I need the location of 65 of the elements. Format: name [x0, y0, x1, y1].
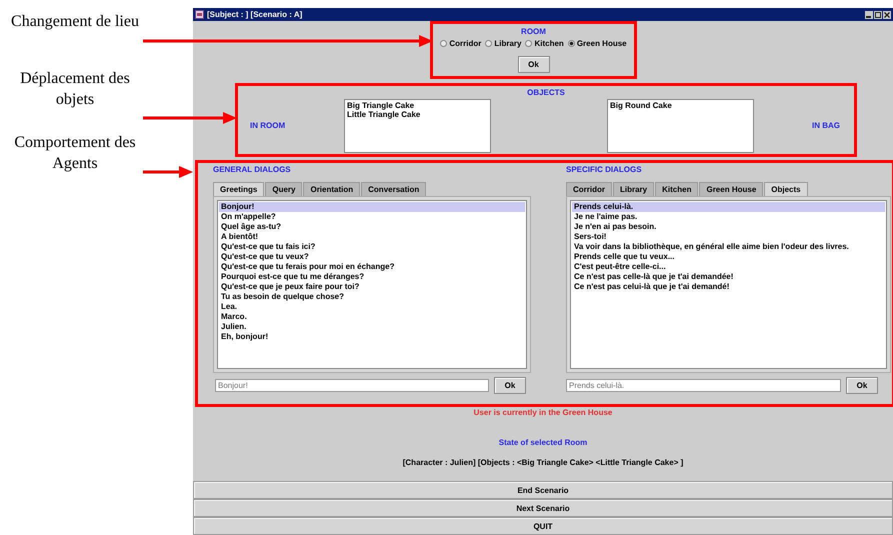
- ok-button[interactable]: Ok: [518, 56, 550, 73]
- dialog-line[interactable]: Qu'est-ce que je peux faire pour toi?: [219, 282, 525, 292]
- list-item[interactable]: Big Round Cake: [610, 101, 751, 110]
- dialog-line[interactable]: Sers-toi!: [572, 232, 885, 242]
- scenario-button[interactable]: Next Scenario: [193, 499, 893, 517]
- dialog-line[interactable]: Qu'est-ce que tu ferais pour moi en échange?: [219, 262, 525, 272]
- dialog-line[interactable]: A bientôt!: [219, 232, 525, 242]
- dialog-line[interactable]: Tu as besoin de quelque chose?: [219, 292, 525, 302]
- in-room-label: IN ROOM: [250, 121, 286, 130]
- app-icon: [195, 10, 204, 19]
- dialog-line[interactable]: Eh, bonjour!: [219, 332, 525, 342]
- scenario-button[interactable]: End Scenario: [193, 481, 893, 499]
- dialog-line[interactable]: Je ne l'aime pas.: [572, 212, 885, 222]
- annotation-label: Comportement des Agents: [13, 133, 137, 174]
- in-bag-list[interactable]: Big Round Cake: [607, 99, 754, 153]
- room-radio[interactable]: Library: [485, 39, 522, 48]
- room-heading: ROOM: [521, 27, 546, 36]
- objects-heading: OBJECTS: [527, 88, 565, 97]
- dialog-line[interactable]: Prends celle que tu veux...: [572, 252, 885, 262]
- room-radio[interactable]: Kitchen: [525, 39, 564, 48]
- close-icon[interactable]: [883, 10, 891, 18]
- dialog-line[interactable]: Va voir dans la bibliothèque, en général elle aime bien l'odeur des livres.: [572, 242, 885, 252]
- list-item[interactable]: Little Triangle Cake: [347, 110, 488, 119]
- scenario-button[interactable]: QUIT: [193, 517, 893, 535]
- dialog-input[interactable]: Prends celui-là.: [566, 379, 841, 392]
- dialog-line[interactable]: Qu'est-ce que tu fais ici?: [219, 242, 525, 252]
- dialog-input[interactable]: Bonjour!: [215, 379, 489, 392]
- tab[interactable]: Green House: [699, 182, 764, 196]
- annotation-label: Déplacement des objets: [19, 69, 131, 110]
- dialog-line[interactable]: Ce n'est pas celui-là que je t'ai demandé!: [572, 282, 885, 292]
- tab[interactable]: Conversation: [361, 182, 426, 196]
- dialog-line[interactable]: On m'appelle?: [219, 212, 525, 222]
- dialog-line[interactable]: Lea.: [219, 302, 525, 312]
- tab[interactable]: Query: [265, 182, 302, 196]
- status-message: User is currently in the Green House: [472, 408, 614, 417]
- tab[interactable]: Objects: [764, 182, 808, 196]
- list-item[interactable]: Big Triangle Cake: [347, 101, 488, 110]
- tab[interactable]: Greetings: [213, 182, 264, 196]
- dialog-line[interactable]: C'est peut-être celle-ci...: [572, 262, 885, 272]
- pointer-arrow: [143, 166, 193, 178]
- tab[interactable]: Corridor: [566, 182, 612, 196]
- minimize-icon[interactable]: [865, 10, 873, 18]
- annotation-label: Changement de lieu: [10, 12, 140, 32]
- dialogs-heading: SPECIFIC DIALOGS: [566, 165, 643, 174]
- in-bag-label: IN BAG: [812, 121, 840, 130]
- dialog-line[interactable]: Marco.: [219, 312, 525, 322]
- maximize-icon[interactable]: [874, 10, 882, 18]
- dialog-line[interactable]: Je n'en ai pas besoin.: [572, 222, 885, 232]
- tab[interactable]: Orientation: [303, 182, 360, 196]
- room-radio[interactable]: Green House: [568, 39, 627, 48]
- ok-button[interactable]: Ok: [846, 377, 878, 394]
- in-room-list[interactable]: Big Triangle Cake Little Triangle Cake: [344, 99, 491, 153]
- dialog-line[interactable]: Ce n'est pas celle-là que je t'ai demandée!: [572, 272, 885, 282]
- dialog-line[interactable]: Quel âge as-tu?: [219, 222, 525, 232]
- dialog-line[interactable]: Pourquoi est-ce que tu me déranges?: [219, 272, 525, 282]
- room-state-heading: State of selected Room: [498, 438, 588, 447]
- dialog-line[interactable]: Julien.: [219, 322, 525, 332]
- room-radio[interactable]: Corridor: [440, 39, 482, 48]
- dialogs-heading: GENERAL DIALOGS: [213, 165, 292, 174]
- room-state-text: [Character : Julien] [Objects : <Big Triangle Cake> <Little Triangle Cake> ]: [402, 458, 684, 467]
- tab[interactable]: Library: [613, 182, 654, 196]
- tab[interactable]: Kitchen: [655, 182, 698, 196]
- ok-button[interactable]: Ok: [494, 377, 526, 394]
- dialog-line[interactable]: Qu'est-ce que tu veux?: [219, 252, 525, 262]
- window-title: [Subject : ] [Scenario : A]: [207, 10, 302, 19]
